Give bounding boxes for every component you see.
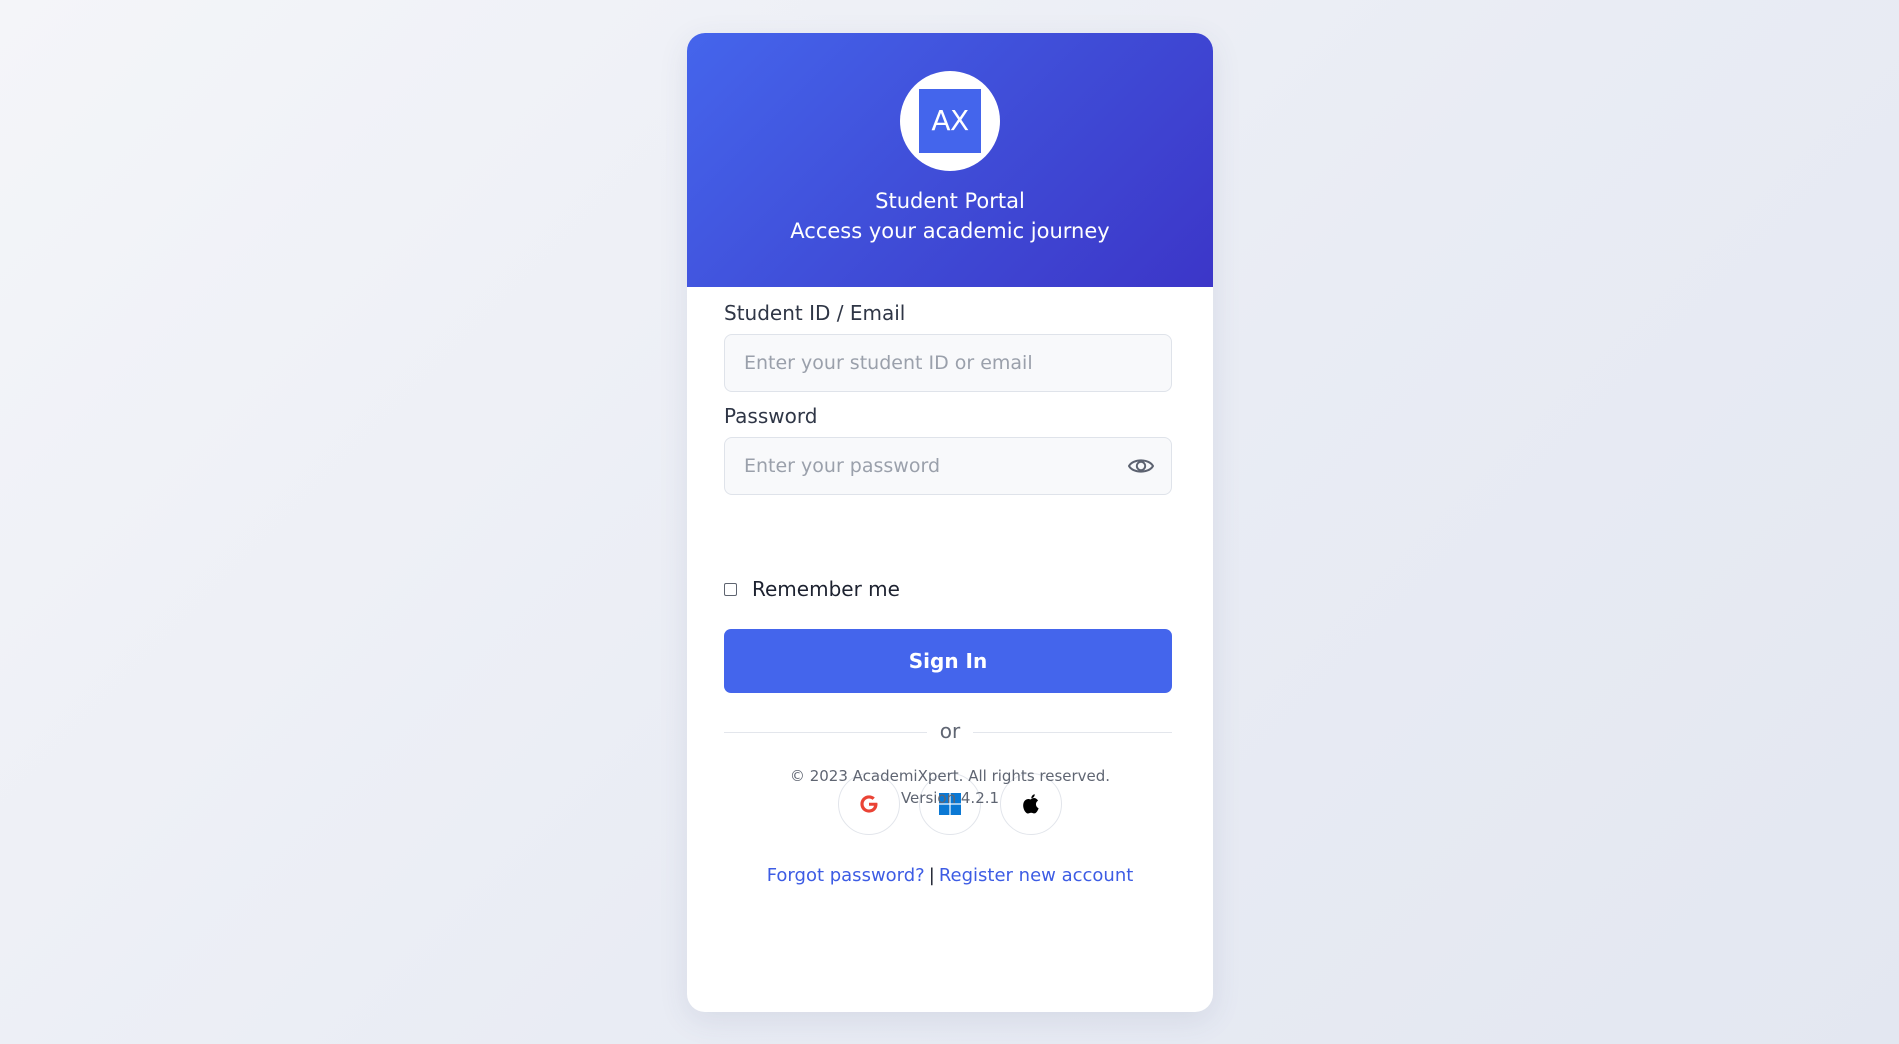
- student-id-input[interactable]: [725, 335, 1171, 391]
- password-input[interactable]: [725, 438, 1171, 494]
- remember-me-checkbox[interactable]: [724, 583, 737, 596]
- divider-text: or: [939, 719, 961, 743]
- login-card: AX Student Portal Access your academic j…: [687, 33, 1213, 1012]
- sign-in-button[interactable]: Sign In: [724, 629, 1172, 693]
- password-label: Password: [724, 404, 818, 428]
- link-separator: |: [928, 865, 935, 886]
- card-header: AX Student Portal Access your academic j…: [687, 33, 1213, 287]
- divider-line-right: [973, 732, 1172, 733]
- student-id-label: Student ID / Email: [724, 301, 906, 325]
- password-field-wrapper: [724, 437, 1172, 495]
- eye-icon[interactable]: [1127, 454, 1155, 478]
- portal-title: Student Portal: [875, 189, 1025, 213]
- remember-me-label[interactable]: Remember me: [752, 577, 900, 601]
- divider-line-left: [724, 732, 927, 733]
- account-links: Forgot password? | Register new account: [687, 865, 1213, 886]
- register-link[interactable]: Register new account: [939, 865, 1133, 886]
- version-text: Version 4.2.1: [900, 789, 1000, 807]
- student-id-field-wrapper: [724, 334, 1172, 392]
- forgot-password-link[interactable]: Forgot password?: [767, 865, 925, 886]
- logo-text: AX: [919, 89, 981, 153]
- logo: AX: [900, 71, 1000, 171]
- portal-subtitle: Access your academic journey: [790, 219, 1110, 243]
- copyright-text: © 2023 AcademiXpert. All rights reserved…: [789, 767, 1111, 785]
